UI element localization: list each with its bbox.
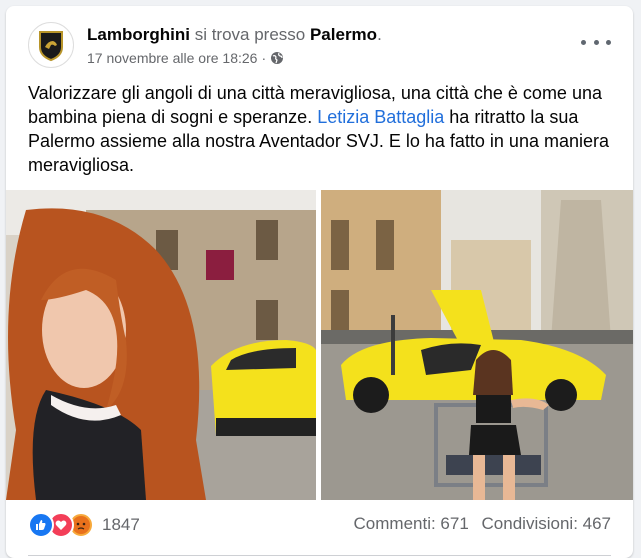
- location-name[interactable]: Palermo: [310, 25, 377, 44]
- post-card: Lamborghini si trova presso Palermo. 17 …: [6, 6, 633, 558]
- post-header: Lamborghini si trova presso Palermo. 17 …: [6, 6, 633, 76]
- author-name[interactable]: Lamborghini: [87, 25, 190, 44]
- tagged-person-link[interactable]: Letizia Battaglia: [317, 107, 444, 127]
- footer-divider: [28, 555, 611, 556]
- photo-grid: [6, 190, 633, 500]
- post-footer: 1847 Commenti: 671 Condivisioni: 467: [6, 500, 633, 558]
- location-prefix: si trova presso: [194, 25, 306, 44]
- reaction-count: 1847: [102, 515, 140, 534]
- globe-icon: [271, 52, 284, 64]
- photo-girl-with-car[interactable]: [6, 190, 316, 500]
- post-timestamp[interactable]: 17 novembre alle ore 18:26: [87, 50, 257, 66]
- location-suffix: .: [377, 25, 382, 44]
- dot-icon: [581, 39, 586, 45]
- dot-icon: [593, 39, 599, 45]
- more-options-button[interactable]: [581, 32, 611, 52]
- author-line: Lamborghini si trova presso Palermo.: [87, 25, 382, 45]
- photo-girl-on-chair[interactable]: [321, 190, 633, 500]
- comments-count[interactable]: Commenti: 671: [354, 514, 469, 533]
- lamborghini-logo-icon: [39, 31, 63, 62]
- like-icon: [28, 512, 54, 538]
- post-stats: Commenti: 671 Condivisioni: 467: [346, 514, 611, 534]
- author-avatar[interactable]: [28, 22, 74, 68]
- shares-count[interactable]: Condivisioni: 467: [482, 514, 611, 533]
- dot-icon: [606, 39, 611, 45]
- post-meta: 17 novembre alle ore 18:26 ·: [87, 50, 284, 66]
- meta-separator: ·: [261, 50, 267, 66]
- post-text: Valorizzare gli angoli di una città mera…: [28, 81, 613, 177]
- reactions-summary[interactable]: 1847: [28, 512, 140, 538]
